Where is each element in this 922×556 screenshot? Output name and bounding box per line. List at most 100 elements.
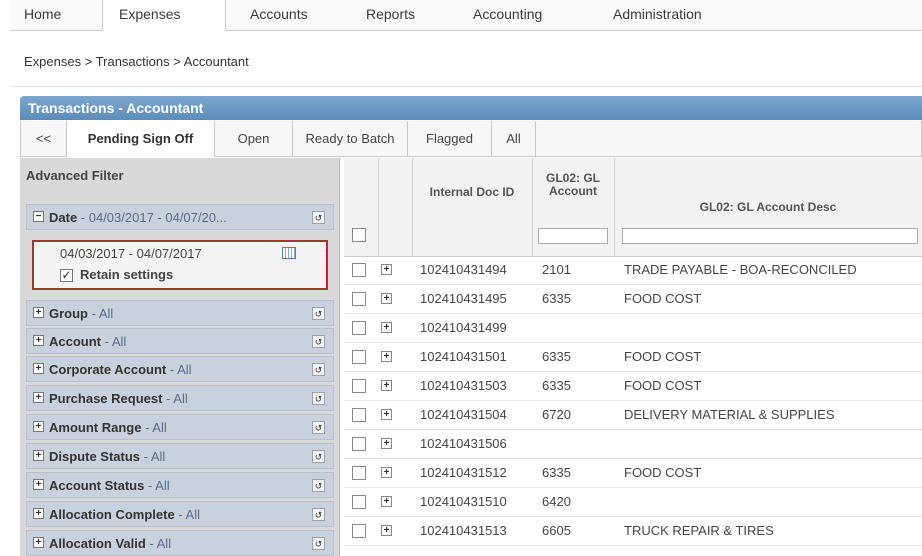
- row-checkbox[interactable]: [352, 495, 366, 509]
- reset-icon[interactable]: ↺: [312, 537, 325, 550]
- filter-group[interactable]: + Group - All ↺: [26, 300, 334, 326]
- expand-icon[interactable]: +: [33, 335, 44, 346]
- expand-row-icon[interactable]: +: [381, 380, 392, 391]
- reset-icon[interactable]: ↺: [312, 392, 325, 405]
- reset-icon[interactable]: ↺: [312, 307, 325, 320]
- expand-icon[interactable]: +: [33, 363, 44, 374]
- tab-flagged[interactable]: Flagged: [408, 121, 492, 156]
- gl-account-filter-input[interactable]: [538, 228, 608, 244]
- row-checkbox[interactable]: [352, 379, 366, 393]
- expand-icon[interactable]: +: [33, 421, 44, 432]
- filter-label: Account - All: [49, 334, 127, 349]
- reset-icon[interactable]: ↺: [312, 421, 325, 434]
- table-row[interactable]: + 102410431506: [344, 430, 922, 459]
- table-row[interactable]: + 102410431494 2101 TRADE PAYABLE - BOA-…: [344, 256, 922, 285]
- tab-all[interactable]: All: [492, 121, 536, 156]
- table-row[interactable]: + 102410431501 6335 FOOD COST: [344, 343, 922, 372]
- table-row[interactable]: + 102410431512 6335 FOOD COST: [344, 459, 922, 488]
- date-range-value[interactable]: 04/03/2017 - 04/07/2017: [60, 246, 202, 261]
- expand-row-icon[interactable]: +: [381, 264, 392, 275]
- calendar-icon[interactable]: [282, 247, 296, 259]
- expand-row-icon[interactable]: +: [381, 496, 392, 507]
- nav-tab-accounting[interactable]: Accounting: [473, 0, 573, 30]
- expand-icon[interactable]: +: [33, 537, 44, 548]
- filter-dispute-status[interactable]: + Dispute Status - All ↺: [26, 443, 334, 469]
- filter-label: Amount Range - All: [49, 420, 167, 435]
- cell-gl-account: 6605: [542, 523, 571, 538]
- column-divider: [532, 158, 533, 256]
- reset-icon[interactable]: ↺: [312, 335, 325, 348]
- grid-header: Internal Doc ID GL02: GL Account GL02: G…: [344, 158, 922, 257]
- filter-date[interactable]: − Date - 04/03/2017 - 04/07/20... ↺: [26, 204, 334, 230]
- retain-settings-checkbox[interactable]: ✓: [60, 269, 73, 282]
- row-checkbox[interactable]: [352, 466, 366, 480]
- column-header-gl-account[interactable]: GL02: GL Account: [536, 172, 610, 198]
- table-row[interactable]: + 102410431499: [344, 314, 922, 343]
- table-row[interactable]: + 102410431513 6605 TRUCK REPAIR & TIRES: [344, 517, 922, 546]
- reset-icon[interactable]: ↺: [312, 211, 325, 224]
- expand-row-icon[interactable]: +: [381, 409, 392, 420]
- row-checkbox[interactable]: [352, 292, 366, 306]
- table-row[interactable]: + 102410431510 6420: [344, 488, 922, 517]
- reset-icon[interactable]: ↺: [312, 363, 325, 376]
- select-all-checkbox[interactable]: [352, 228, 366, 242]
- expand-row-icon[interactable]: +: [381, 467, 392, 478]
- cell-gl-desc: FOOD COST: [624, 291, 702, 306]
- filter-allocation-complete[interactable]: + Allocation Complete - All ↺: [26, 501, 334, 527]
- filter-amount-range[interactable]: + Amount Range - All ↺: [26, 414, 334, 440]
- filter-label: Group - All: [49, 306, 114, 321]
- nav-tab-accounts[interactable]: Accounts: [250, 0, 340, 30]
- tab-ready-to-batch[interactable]: Ready to Batch: [293, 121, 408, 156]
- expand-icon[interactable]: +: [33, 392, 44, 403]
- cell-gl-desc: DELIVERY MATERIAL & SUPPLIES: [624, 407, 835, 422]
- nav-tab-reports[interactable]: Reports: [366, 0, 446, 30]
- gl-account-desc-filter-input[interactable]: [622, 228, 918, 244]
- cell-gl-account: 6720: [542, 407, 571, 422]
- expand-row-icon[interactable]: +: [381, 351, 392, 362]
- table-row[interactable]: + 102410431504 6720 DELIVERY MATERIAL & …: [344, 401, 922, 430]
- tab-pending-sign-off[interactable]: Pending Sign Off: [67, 121, 215, 157]
- row-checkbox[interactable]: [352, 524, 366, 538]
- date-filter-box: 04/03/2017 - 04/07/2017 ✓ Retain setting…: [32, 240, 328, 290]
- filter-corporate-account[interactable]: + Corporate Account - All ↺: [26, 356, 334, 382]
- filter-allocation-valid[interactable]: + Allocation Valid - All ↺: [26, 530, 334, 556]
- row-checkbox[interactable]: [352, 408, 366, 422]
- filter-account-status[interactable]: + Account Status - All ↺: [26, 472, 334, 498]
- tab-collapse[interactable]: <<: [21, 121, 67, 156]
- expand-icon[interactable]: +: [33, 307, 44, 318]
- retain-settings-label: Retain settings: [80, 267, 174, 282]
- cell-gl-desc: FOOD COST: [624, 378, 702, 393]
- filter-account[interactable]: + Account - All ↺: [26, 328, 334, 354]
- column-header-gl-account-desc[interactable]: GL02: GL Account Desc: [618, 201, 918, 214]
- collapse-icon[interactable]: −: [33, 211, 44, 222]
- cell-gl-account: 6335: [542, 349, 571, 364]
- nav-tab-home[interactable]: Home: [24, 0, 74, 30]
- transactions-grid: Internal Doc ID GL02: GL Account GL02: G…: [344, 158, 922, 556]
- nav-tab-administration[interactable]: Administration: [613, 0, 743, 30]
- expand-icon[interactable]: +: [33, 450, 44, 461]
- row-checkbox[interactable]: [352, 437, 366, 451]
- tab-open[interactable]: Open: [215, 121, 293, 156]
- reset-icon[interactable]: ↺: [312, 479, 325, 492]
- advanced-filter-title: Advanced Filter: [26, 168, 124, 183]
- filter-date-label: Date - 04/03/2017 - 04/07/20...: [49, 210, 227, 225]
- row-checkbox[interactable]: [352, 321, 366, 335]
- filter-label: Purchase Request - All: [49, 391, 188, 406]
- filter-label: Dispute Status - All: [49, 449, 166, 464]
- reset-icon[interactable]: ↺: [312, 508, 325, 521]
- expand-row-icon[interactable]: +: [381, 293, 392, 304]
- table-row[interactable]: + 102410431495 6335 FOOD COST: [344, 285, 922, 314]
- nav-tab-expenses[interactable]: Expenses: [102, 0, 226, 31]
- filter-purchase-request[interactable]: + Purchase Request - All ↺: [26, 385, 334, 411]
- row-checkbox[interactable]: [352, 263, 366, 277]
- column-header-internal-doc-id[interactable]: Internal Doc ID: [416, 186, 528, 199]
- expand-icon[interactable]: +: [33, 479, 44, 490]
- row-checkbox[interactable]: [352, 350, 366, 364]
- reset-icon[interactable]: ↺: [312, 450, 325, 463]
- expand-row-icon[interactable]: +: [381, 322, 392, 333]
- expand-row-icon[interactable]: +: [381, 438, 392, 449]
- table-row[interactable]: + 102410431503 6335 FOOD COST: [344, 372, 922, 401]
- column-divider: [614, 158, 615, 256]
- expand-row-icon[interactable]: +: [381, 525, 392, 536]
- expand-icon[interactable]: +: [33, 508, 44, 519]
